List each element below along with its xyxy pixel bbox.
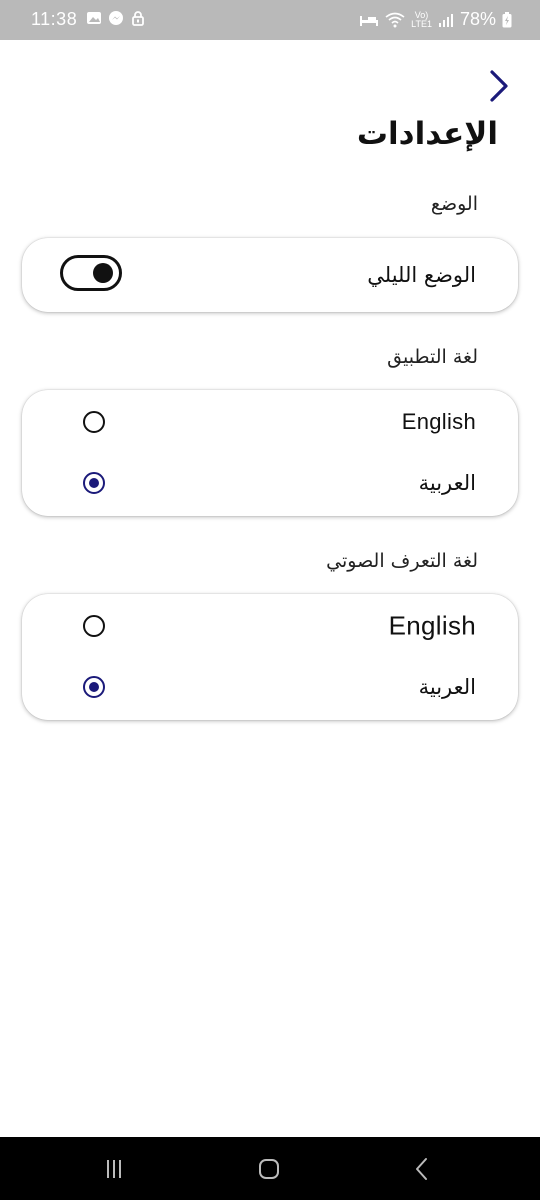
home-button[interactable]	[229, 1137, 309, 1200]
voice-language-option-arabic[interactable]: العربية	[22, 657, 518, 717]
night-mode-card: الوضع الليلي	[22, 238, 518, 312]
volte-indicator: Vo) LTE1	[411, 10, 432, 29]
voice-language-card: English العربية	[22, 594, 518, 720]
app-language-card: English العربية	[22, 390, 518, 516]
status-right: Vo) LTE1 78%	[359, 9, 512, 30]
app-language-label: لغة التطبيق	[387, 346, 478, 368]
recent-apps-icon	[107, 1160, 121, 1178]
mode-section-label: الوضع	[430, 193, 478, 215]
back-icon	[416, 1158, 427, 1180]
status-bar: 11:38 Vo) LTE1 78%	[0, 0, 540, 40]
option-label: العربية	[418, 471, 476, 495]
voice-language-option-english[interactable]: English	[22, 596, 518, 656]
radio-unchecked[interactable]	[83, 615, 105, 637]
notification-icons	[86, 10, 146, 26]
gallery-icon	[87, 12, 101, 24]
system-nav-bar	[0, 1137, 540, 1200]
radio-checked[interactable]	[83, 676, 105, 698]
app-language-option-english[interactable]: English	[22, 392, 518, 452]
page-title: الإعدادات	[356, 116, 498, 152]
signal-icon	[438, 13, 453, 27]
lock-icon	[132, 11, 144, 26]
wifi-icon	[385, 12, 405, 27]
chevron-right-icon	[490, 70, 508, 102]
night-mode-toggle[interactable]	[60, 255, 122, 291]
alarm-bed-icon	[360, 15, 379, 26]
back-button[interactable]	[484, 66, 514, 106]
app-language-option-arabic[interactable]: العربية	[22, 453, 518, 513]
option-label: English	[401, 409, 476, 434]
battery-percent: 78%	[459, 9, 496, 29]
toggle-knob	[93, 263, 113, 283]
radio-unchecked[interactable]	[83, 411, 105, 433]
night-mode-label: الوضع الليلي	[367, 263, 476, 287]
home-icon	[259, 1159, 279, 1179]
radio-checked[interactable]	[83, 472, 105, 494]
recent-apps-button[interactable]	[78, 1137, 158, 1200]
system-back-button[interactable]	[380, 1137, 460, 1200]
voice-language-label: لغة التعرف الصوتي	[326, 550, 478, 572]
status-time: 11:38	[31, 9, 78, 29]
lte-label: LTE1	[411, 18, 432, 29]
battery-icon	[502, 11, 512, 27]
option-label: English	[388, 610, 476, 641]
messenger-icon	[109, 11, 123, 25]
option-label: العربية	[418, 675, 476, 699]
